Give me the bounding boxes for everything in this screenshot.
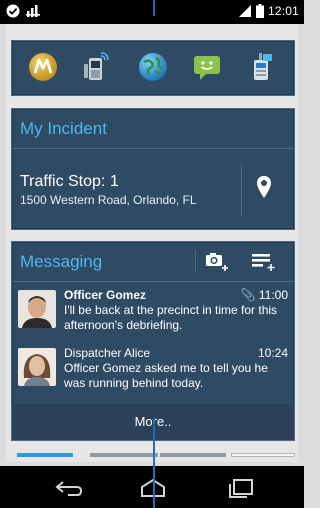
page-indicator[interactable] <box>231 453 295 457</box>
callout-line-bottom <box>153 418 155 508</box>
camera-add-icon[interactable] <box>204 250 230 272</box>
signal-bars-icon <box>26 5 40 17</box>
page-indicator-active[interactable] <box>17 453 73 457</box>
battery-icon <box>255 4 264 18</box>
messaging-card: Messaging Officer Gomez 📎 11:00 I'll be b… <box>11 241 295 441</box>
incident-address: 1500 Western Road, Orlando, FL <box>20 193 197 207</box>
paperclip-icon: 📎 <box>240 288 256 302</box>
message-body: Officer Gomez asked me to tell you he wa… <box>64 361 268 390</box>
incident-title: Traffic Stop: 1 <box>20 173 119 190</box>
walkie-talkie-icon[interactable] <box>246 52 276 82</box>
incident-card[interactable]: My Incident Traffic Stop: 1 1500 Western… <box>11 108 295 230</box>
avatar <box>18 290 56 328</box>
message-item[interactable]: Officer Gomez 📎 11:00 I'll be back at the… <box>18 288 288 346</box>
incident-action-separator <box>241 165 242 215</box>
back-icon[interactable] <box>52 476 86 498</box>
globe-icon[interactable] <box>138 52 168 82</box>
incident-card-title: My Incident <box>20 119 107 138</box>
message-time: 📎 11:00 <box>241 288 288 302</box>
avatar <box>18 348 56 386</box>
chat-bubble-icon[interactable] <box>192 52 222 82</box>
messaging-divider <box>12 281 294 282</box>
compose-message-icon[interactable] <box>250 250 276 272</box>
message-time-value: 11:00 <box>258 288 288 302</box>
recents-icon[interactable] <box>224 476 258 498</box>
message-sender: Dispatcher Alice <box>64 346 151 360</box>
radio-device-icon[interactable] <box>80 52 110 82</box>
message-sender: Officer Gomez <box>64 288 147 302</box>
incident-divider <box>12 148 294 149</box>
message-item[interactable]: Dispatcher Alice 10:24 Officer Gomez ask… <box>18 346 288 404</box>
message-time: 10:24 <box>257 346 288 360</box>
message-body: I'll be back at the precinct in time for… <box>64 303 278 332</box>
status-bar: 12:01 <box>0 0 304 24</box>
messaging-tool-separator <box>195 250 196 272</box>
page-indicator[interactable] <box>90 453 158 457</box>
messaging-card-title: Messaging <box>20 252 103 271</box>
callout-line-top <box>153 0 155 16</box>
navigation-bar <box>0 466 304 508</box>
check-circle-icon <box>6 4 20 18</box>
map-pin-icon[interactable] <box>252 173 276 203</box>
cell-signal-icon <box>238 5 251 17</box>
status-clock: 12:01 <box>267 4 299 18</box>
motorola-logo-icon[interactable] <box>28 52 58 82</box>
page-indicator[interactable] <box>160 453 226 457</box>
quick-launch-bar <box>11 40 295 96</box>
